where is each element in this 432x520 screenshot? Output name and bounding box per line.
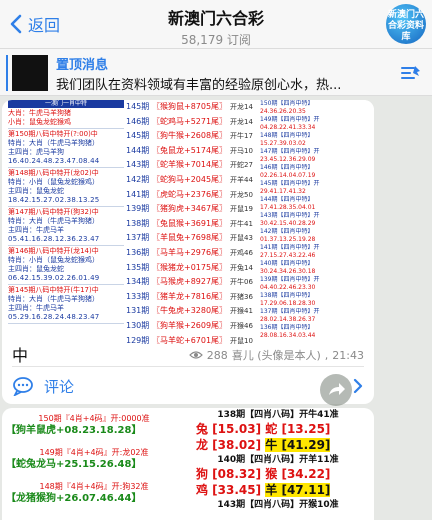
right-row: 138期【四肖中特】 17.29.06.18.28.30 — [260, 292, 316, 307]
pinned-message-bar[interactable]: 置顶消息 我们团队在资料领域有丰富的经验原创心水，热... — [0, 48, 432, 96]
mid-row: 133期 〖猪羊龙+7816尾〗 开猪36 — [126, 291, 253, 301]
post2-right-column: 138期【四肖八码】开牛41准 兔 [15.03] 蛇 [13.25] 龙 [3… — [186, 408, 370, 511]
share-icon — [329, 383, 345, 395]
chevron-left-icon — [10, 14, 22, 34]
post2-right-line: 狗 [08.32] 猴 [34.22] — [196, 467, 331, 481]
left-block: 第148期八码中特开(龙02)中 特肖：小肖（鼠兔龙蛇猴鸡） 主四肖：鼠兔龙蛇 … — [8, 168, 124, 207]
pinned-text: 我们团队在资料领域有丰富的经验原创心水，热... — [56, 78, 342, 93]
share-button[interactable] — [320, 374, 352, 406]
post2-row-pick: 【狗羊鼠虎+08.23.18.28】 — [6, 425, 142, 436]
left-block: 第146期八码中特开(龙14)中 特肖：小肖（鼠兔龙蛇猴鸡） 主四肖：鼠兔龙蛇 … — [8, 246, 124, 285]
channel-title: 新澳门六合彩 — [167, 9, 264, 28]
mid-row: 146期 〖蛇鸡马+5271尾〗 开龙14 — [126, 116, 253, 126]
mid-row: 143期 〖蛇羊猴+7014尾〗 开蛇27 — [126, 160, 253, 170]
view-count: 288 — [206, 348, 228, 362]
post2-right-line: 龙 [38.02] 牛 [41.29] — [196, 438, 331, 452]
left-block: 第145期八码中特开(牛17)中 特肖：大肖（牛虎马羊狗猪） 主四肖：牛虎马羊 … — [8, 285, 124, 324]
right-row: 146期【四肖中特】 02.26.14.04.07.19 — [260, 164, 316, 179]
mid-row: 144期 〖兔鼠龙+5174尾〗 开马10 — [126, 145, 253, 155]
subscriber-count: 58,179 订阅 — [181, 33, 251, 47]
message-text: 中 — [12, 346, 29, 365]
mid-row: 145期 〖狗牛猴+2608尾〗 开牛17 — [126, 131, 253, 141]
post2-row-pick: 【蛇兔龙马+25.15.26.48】 — [6, 459, 142, 470]
mid-row: 136期 〖马羊马+2976尾〗 开鸡46 — [126, 247, 253, 257]
comment-icon — [13, 377, 33, 396]
mid-row: 129期 〖马羊蛇+6701尾〗 开鼠10 — [126, 335, 253, 345]
post2-right-line: 兔 [15.03] 蛇 [13.25] — [196, 422, 331, 436]
right-row: 141期【四肖中特】开 27.15.27.43.22.46 — [260, 244, 320, 259]
post2-right-header: 143期【四肖八码】开猴10准 — [217, 500, 339, 510]
comment-label: 评论 — [44, 377, 75, 396]
chevron-right-icon — [353, 378, 363, 394]
right-row: 143期【四肖中特】开 30.42.15.40.28.29 — [260, 212, 320, 227]
image-left-column: 一澳门一肖中特 大肖：牛虎马羊狗猪 小肖：鼠兔龙蛇猴鸡 第150期八码中特开(?… — [8, 100, 124, 340]
message-meta: 288 喜儿 (头像是本人), 21:43 — [188, 347, 364, 363]
post2-right-header: 140期【四肖八码】开羊11准 — [217, 455, 339, 465]
right-row: 145期【四肖中特】开 29.41.17.41.32 — [260, 180, 320, 195]
image-right-column: 150期【四肖中特】 24.36.26.20.35 149期【四肖中特】开 04.2… — [260, 100, 368, 340]
post-author: 喜儿 (头像是本人) — [231, 349, 321, 362]
mid-row: 141期 〖虎蛇马+2376尾〗 开龙50 — [126, 189, 253, 199]
post2-row-header: 150期『4肖+4码』开:0000准 — [38, 414, 150, 423]
right-row: 144期【四肖中特】 17.41.28.35.04.01 — [260, 196, 316, 211]
post2-row-header: 149期『4肖+4码』开:龙02准 — [39, 448, 149, 457]
channel-info[interactable]: 新澳门六合彩 58,179 订阅 — [110, 5, 322, 48]
mid-row: 142期 〖蛇狗马+2045尾〗 开羊44 — [126, 174, 253, 184]
post2-row-pick: 【龙猪猴狗+26.07.46.44】 — [6, 493, 142, 504]
post2-left-column: 150期『4肖+4码』开:0000准 【狗羊鼠虎+08.23.18.28】 14… — [6, 412, 182, 506]
message-bubble[interactable]: 一澳门一肖中特 大肖：牛虎马羊狗猪 小肖：鼠兔龙蛇猴鸡 第150期八码中特开(?… — [2, 100, 374, 404]
channel-avatar[interactable]: 新澳门六合彩资料库 — [386, 4, 426, 44]
post2-row-header: 148期『4肖+4码』开:狗32准 — [39, 482, 149, 491]
right-row: 140期【四肖中特】 30.24.34.26.30.18 — [260, 260, 316, 275]
left-block: 第150期八码中特开(?:00)中 特肖：大肖（牛虎马羊狗猪） 主四肖：虎马羊狗… — [8, 129, 124, 168]
mid-row: 135期 〖猴猪龙+0175尾〗 开兔14 — [126, 262, 253, 272]
post2-right-header: 138期【四肖八码】开牛41准 — [217, 410, 339, 420]
right-row: 136期【四肖中特】 28.08.16.34.03.44 — [260, 324, 316, 339]
pinned-title: 置顶消息 — [56, 58, 109, 73]
back-button[interactable]: 返回 — [6, 12, 60, 36]
image-mid-column: 145期 〖猴狗鼠+8705尾〗 开龙14 146期 〖蛇鸡马+5271尾〗 开龙14 … — [126, 100, 258, 345]
eye-icon — [188, 351, 203, 359]
pinned-indicator — [6, 55, 8, 91]
post2-right-line: 鸡 [33.45] 羊 [47.11] — [196, 483, 331, 497]
post-time: 21:43 — [332, 348, 364, 362]
mid-row: 145期 〖猴狗鼠+8705尾〗 开龙14 — [126, 102, 253, 111]
right-row: 149期【四肖中特】开 04.28.22.41.33.34 — [260, 116, 320, 131]
image-left-header: 一澳门一肖中特 — [8, 100, 124, 108]
right-row: 148期【四肖中特】 15.27.39.03.02 — [260, 132, 314, 147]
pinned-thumbnail — [12, 55, 48, 91]
pin-list-icon[interactable] — [400, 63, 422, 83]
right-row: 147期【四肖中特】开 23.45.12.36.29.09 — [260, 148, 320, 163]
mid-row: 134期 〖马猴虎+8927尾〗 开牛06 — [126, 277, 253, 287]
chat-header: 返回 新澳门六合彩 58,179 订阅 新澳门六合彩资料库 — [0, 0, 432, 48]
mid-row: 137期 〖羊鼠兔+7698尾〗 开鼠43 — [126, 233, 253, 243]
bubble-divider — [12, 366, 364, 367]
mid-row: 130期 〖狗羊猴+2609尾〗 开猴46 — [126, 320, 253, 330]
right-row: 137期【四肖中特】开 28.02.14.38.26.37 — [260, 308, 320, 323]
right-row: 142期【四肖中特】 01.37.13.25.19.28 — [260, 228, 316, 243]
left-block: 第147期八码中特开(狗32)中 特肖：大肖（牛虎马羊狗猪） 主四肖：牛虎马羊 … — [8, 207, 124, 246]
mid-row: 139期 〖猪狗虎+3467尾〗 开鼠19 — [126, 204, 253, 214]
mid-row: 138期 〖兔鼠猴+3691尾〗 开牛41 — [126, 218, 253, 228]
mid-row: 131期 〖牛兔虎+3280尾〗 开猴41 — [126, 306, 253, 316]
avatar-text: 新澳门六合彩资料库 — [387, 10, 424, 42]
right-row: 150期【四肖中特】 24.36.26.20.35 — [260, 100, 314, 115]
comment-button[interactable]: 评论 — [12, 372, 364, 400]
right-row: 139期【四肖中特】开 04.40.22.46.23.30 — [260, 276, 320, 291]
back-label: 返回 — [28, 16, 61, 35]
message-bubble-2[interactable]: 150期『4肖+4码』开:0000准 【狗羊鼠虎+08.23.18.28】 14… — [2, 408, 374, 520]
post-image[interactable]: 一澳门一肖中特 大肖：牛虎马羊狗猪 小肖：鼠兔龙蛇猴鸡 第150期八码中特开(?… — [2, 100, 374, 345]
left-block: 大肖：牛虎马羊狗猪 小肖：鼠兔龙蛇猴鸡 — [8, 108, 124, 129]
